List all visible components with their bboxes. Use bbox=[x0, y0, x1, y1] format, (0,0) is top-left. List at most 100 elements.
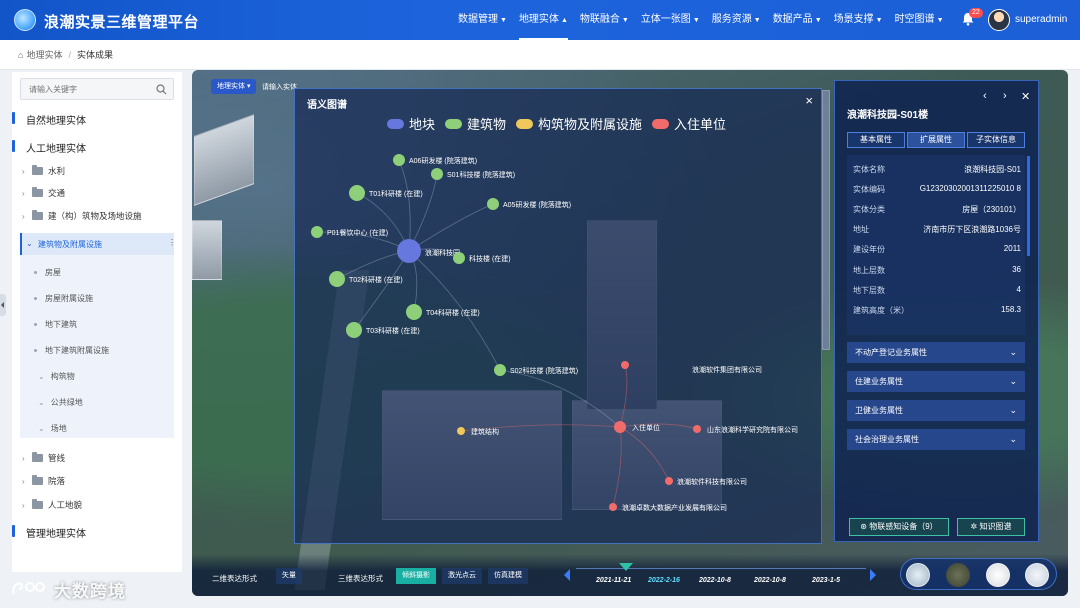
search-box[interactable] bbox=[20, 78, 174, 100]
graph-node-building[interactable] bbox=[431, 168, 443, 180]
folder-icon bbox=[32, 165, 43, 175]
basemap-image-icon[interactable] bbox=[906, 563, 930, 587]
nav-item-service-resources[interactable]: 服务资源 ▼ bbox=[706, 0, 767, 40]
timeline-date[interactable]: 2022-10-8 bbox=[699, 577, 731, 584]
nav-item-scene-support[interactable]: 场景支撑 ▼ bbox=[828, 0, 889, 40]
nav-item-geo-entity[interactable]: 地理实体 ▲ bbox=[513, 0, 574, 40]
graph-node-label: T03科研楼 (在建) bbox=[366, 326, 420, 335]
graph-node-building[interactable] bbox=[487, 198, 499, 210]
nav-item-data-management[interactable]: 数据管理 ▼ bbox=[452, 0, 513, 40]
tab-basic-attributes[interactable]: 基本属性 bbox=[847, 132, 905, 148]
legend-structure[interactable]: 构筑物及附属设施 bbox=[516, 114, 642, 133]
close-icon[interactable]: × bbox=[805, 93, 813, 108]
section-health[interactable]: 卫健业务属性 ⌄ bbox=[847, 400, 1025, 421]
timeline-date[interactable]: 2022-10-8 bbox=[754, 577, 786, 584]
arrow-right-icon[interactable] bbox=[870, 569, 876, 581]
3d-map-view[interactable]: 地理实体 ▾ 请输入实体 浪潮科技园 A06研发楼 (院落建筑) S01科技楼 (院… bbox=[192, 70, 1068, 596]
bullet-icon bbox=[34, 297, 37, 301]
tree-item-structures[interactable]: ⌄ 构筑物 bbox=[38, 371, 75, 382]
breadcrumb-home[interactable]: 地理实体 bbox=[26, 48, 62, 61]
nav-item-data-products[interactable]: 数据产品 ▼ bbox=[767, 0, 828, 40]
graph-node-building[interactable] bbox=[494, 364, 506, 376]
search-input[interactable] bbox=[27, 82, 147, 96]
tree-item-underground-facilities[interactable]: 地下建筑附属设施 bbox=[34, 345, 109, 356]
legend-swatch bbox=[445, 118, 463, 129]
option-vector[interactable]: 矢量 bbox=[276, 568, 302, 584]
graph-node-unit[interactable] bbox=[693, 425, 701, 433]
legend-plot[interactable]: 地块 bbox=[387, 114, 435, 133]
graph-node-unit[interactable] bbox=[621, 361, 629, 369]
knowledge-graph-button[interactable]: ✲ 知识图谱 bbox=[957, 518, 1025, 536]
nav-item-spatiotemporal-graph[interactable]: 时空图谱 ▼ bbox=[889, 0, 950, 40]
graph-edge bbox=[408, 173, 438, 252]
chevron-right-icon: › bbox=[22, 476, 25, 486]
nav-item-3d-map[interactable]: 立体一张图 ▼ bbox=[635, 0, 706, 40]
option-oblique-photo[interactable]: 倾斜摄影 bbox=[396, 568, 436, 584]
timeline-marker-icon[interactable] bbox=[619, 563, 633, 571]
tree-item-site[interactable]: ⌄ 场地 bbox=[38, 423, 67, 434]
tree-folder-landforms[interactable]: › 人工地貌 bbox=[22, 499, 82, 511]
basemap-light-icon[interactable] bbox=[986, 563, 1010, 587]
section-housing[interactable]: 住建业务属性 ⌄ bbox=[847, 371, 1025, 392]
tree-folder-courtyards[interactable]: › 院落 bbox=[22, 475, 65, 487]
graph-node-unit[interactable] bbox=[614, 421, 626, 433]
chevron-left-icon[interactable]: ‹ bbox=[983, 90, 987, 102]
tree-item-house-facilities[interactable]: 房屋附属设施 bbox=[34, 293, 93, 304]
tree-folder-pipelines[interactable]: › 管线 bbox=[22, 452, 65, 464]
graph-node-building[interactable] bbox=[311, 226, 323, 238]
nav-item-iot-fusion[interactable]: 物联融合 ▼ bbox=[574, 0, 635, 40]
entity-type-dropdown[interactable]: 地理实体 ▾ bbox=[211, 79, 257, 94]
tree-item-green-space[interactable]: ⌄ 公共绿地 bbox=[38, 397, 83, 408]
chevron-right-icon[interactable]: › bbox=[1003, 90, 1007, 102]
graph-node-building[interactable] bbox=[453, 252, 465, 264]
legend-unit[interactable]: 入住单位 bbox=[652, 114, 726, 133]
tab-extended-attributes[interactable]: 扩展属性 bbox=[907, 132, 965, 148]
tree-folder-structures[interactable]: › 建（构）筑物及场地设施 bbox=[22, 210, 142, 222]
tree-item-buildings-selected[interactable]: ⌄ 建筑物及附属设施 ⋮ bbox=[20, 233, 176, 255]
timeline-date[interactable]: 2021-11-21 bbox=[596, 577, 631, 584]
close-icon[interactable]: ✕ bbox=[1021, 90, 1030, 103]
section-real-estate[interactable]: 不动产登记业务属性 ⌄ bbox=[847, 342, 1025, 363]
tab-sub-entities[interactable]: 子实体信息 bbox=[967, 132, 1025, 148]
basemap-terrain-icon[interactable] bbox=[946, 563, 970, 587]
tree-folder-traffic[interactable]: › 交通 bbox=[22, 187, 65, 199]
search-icon[interactable] bbox=[156, 84, 167, 95]
scrollbar[interactable] bbox=[1027, 156, 1030, 256]
graph-node-plot[interactable] bbox=[397, 239, 421, 263]
graph-node-building[interactable] bbox=[406, 304, 422, 320]
timeline-date-current[interactable]: 2022-2-16 bbox=[648, 577, 680, 584]
entity-search-hint[interactable]: 请输入实体 bbox=[262, 82, 297, 92]
section-social-governance[interactable]: 社会治理业务属性 ⌄ bbox=[847, 429, 1025, 450]
bullet-icon bbox=[34, 349, 37, 353]
graph-node-building[interactable] bbox=[346, 322, 362, 338]
watermark-logo-icon bbox=[12, 582, 45, 595]
tree-item-house[interactable]: 房屋 bbox=[34, 267, 61, 278]
graph-node-building[interactable] bbox=[349, 185, 365, 201]
timeline-date[interactable]: 2023-1-5 bbox=[812, 577, 840, 584]
graph-node-structure[interactable] bbox=[457, 427, 465, 435]
tree-folder-water[interactable]: › 水利 bbox=[22, 165, 65, 177]
graph-canvas[interactable]: 浪潮科技园A06研发楼 (院落建筑)S01科技楼 (院落建筑)T01科研楼 (在… bbox=[295, 89, 823, 545]
graph-node-building[interactable] bbox=[329, 271, 345, 287]
more-icon[interactable]: ⋮ bbox=[168, 238, 176, 247]
graph-title: 语义图谱 bbox=[307, 100, 347, 111]
basemap-vector-icon[interactable] bbox=[1025, 563, 1049, 587]
tree-root-natural[interactable]: 自然地理实体 bbox=[12, 112, 86, 127]
username[interactable]: superadmin bbox=[1015, 14, 1067, 25]
tree-root-management[interactable]: 管理地理实体 bbox=[12, 525, 86, 540]
avatar[interactable] bbox=[988, 9, 1010, 31]
graph-node-label: S02科技楼 (院落建筑) bbox=[510, 366, 578, 375]
sidebar-collapse-handle[interactable] bbox=[0, 294, 6, 316]
iot-devices-button[interactable]: ⊛ 物联感知设备（9） bbox=[849, 518, 949, 536]
option-lidar[interactable]: 激光点云 bbox=[442, 568, 482, 584]
graph-node-unit[interactable] bbox=[609, 503, 617, 511]
graph-node-building[interactable] bbox=[393, 154, 405, 166]
time-slider[interactable]: 2021-11-21 2022-2-16 2022-10-8 2022-10-8… bbox=[564, 561, 878, 589]
arrow-left-icon[interactable] bbox=[564, 569, 570, 581]
tree-item-underground[interactable]: 地下建筑 bbox=[34, 319, 77, 330]
option-simulation[interactable]: 仿真建模 bbox=[488, 568, 528, 584]
watermark-text: 大数跨境 bbox=[54, 582, 126, 601]
tree-root-artificial[interactable]: 人工地理实体 bbox=[12, 140, 86, 155]
graph-node-unit[interactable] bbox=[665, 477, 673, 485]
legend-building[interactable]: 建筑物 bbox=[445, 114, 506, 133]
